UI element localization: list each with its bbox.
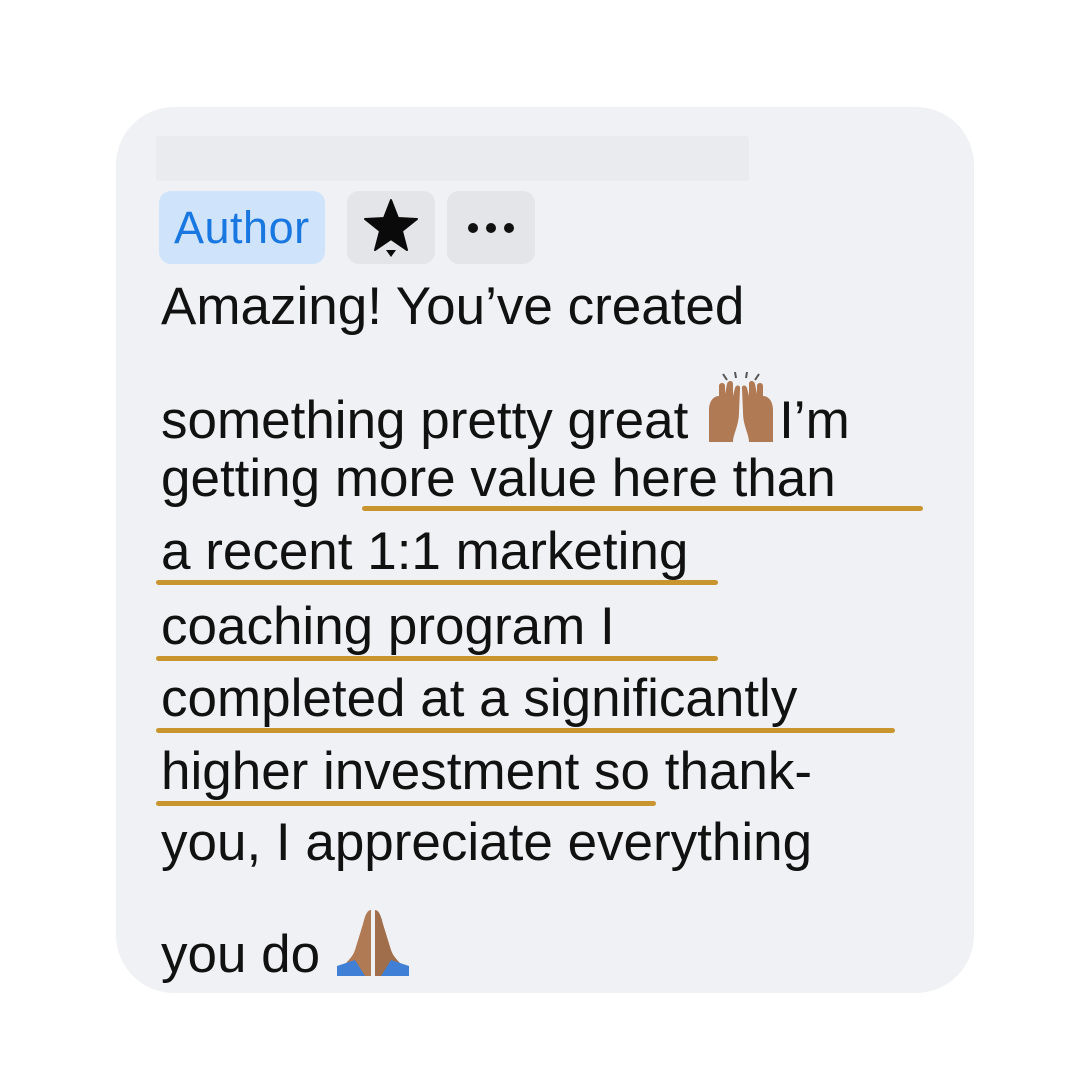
highlight-underline-4 xyxy=(156,728,895,733)
comment-line-5: coaching program I xyxy=(161,597,615,656)
comment-line-3-start: getting xyxy=(161,449,321,508)
folded-hands-emoji xyxy=(336,910,409,976)
comment-line-6: completed at a significantly xyxy=(161,669,798,728)
more-horizontal-icon xyxy=(467,222,514,233)
comment-line-8: you, I appreciate everything xyxy=(161,813,813,872)
comment-line-7: higher investment so thank- xyxy=(161,742,813,801)
comment-line-1: Amazing! You’ve created xyxy=(161,277,745,336)
star-icon xyxy=(363,198,418,257)
author-badge: Author xyxy=(159,191,325,264)
highlight-underline-1 xyxy=(362,506,923,511)
commenter-name-placeholder xyxy=(156,136,749,181)
raising-hands-emoji xyxy=(709,372,774,442)
highlight-underline-5 xyxy=(156,801,656,806)
comment-line-2: something pretty great I’m xyxy=(161,372,850,447)
star-button[interactable] xyxy=(346,191,435,264)
comment-line-4: a recent 1:1 marketing xyxy=(161,522,689,581)
highlight-underline-2 xyxy=(156,580,718,585)
comment-line-9-text: you do xyxy=(161,925,321,984)
comment-line-2-end: I’m xyxy=(779,391,850,450)
comment-highlight-1: more value here than xyxy=(334,449,836,508)
more-button[interactable] xyxy=(446,191,535,264)
comment-line-3: getting more value here than xyxy=(161,452,836,505)
comment-line-9: you do xyxy=(161,906,411,981)
comment-line-2-text: something pretty great xyxy=(161,391,689,450)
comment-badges-row: Author xyxy=(159,191,535,264)
highlight-underline-3 xyxy=(156,656,718,661)
